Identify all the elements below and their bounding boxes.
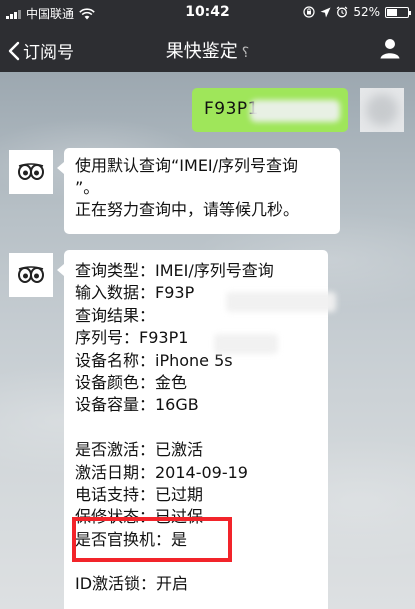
page-title: 果快鉴定 ⸮ xyxy=(0,37,415,63)
result-line-activated: 是否激活：已激活 xyxy=(75,440,204,460)
result-line-device-name: 设备名称：iPhone 5s xyxy=(75,350,233,370)
result-line-capacity: 设备容量：16GB xyxy=(75,395,199,415)
location-icon xyxy=(320,7,331,17)
chat-title: 果快鉴定 xyxy=(165,41,238,62)
user-icon[interactable] xyxy=(379,37,401,59)
result-line-color: 设备颜色：金色 xyxy=(75,372,188,392)
avatar[interactable] xyxy=(360,88,404,132)
status-bar: 中国联通 10:42 52% xyxy=(0,0,415,26)
message-line: 使用默认查询“IMEI/序列号查询 xyxy=(75,156,299,175)
result-line-blank xyxy=(75,417,318,439)
battery-icon xyxy=(385,6,411,18)
result-line-activation-date: 激活日期：2014-09-19 xyxy=(75,462,248,482)
redaction-blur xyxy=(226,292,336,312)
owl-eyes-icon xyxy=(18,266,44,283)
nav-bar: 订阅号 果快鉴定 ⸮ xyxy=(0,26,415,72)
result-line-activation-lock: ID激活锁：开启 xyxy=(75,574,189,594)
bot-avatar[interactable] xyxy=(9,150,53,194)
bot-avatar[interactable] xyxy=(9,253,53,297)
redaction-blur xyxy=(214,334,278,354)
result-line-phone-support: 电话支持：已过期 xyxy=(75,484,204,504)
bot-message[interactable]: 使用默认查询“IMEI/序列号查询 ”。 正在努力查询中，请等候几秒。 xyxy=(57,148,340,234)
owl-eyes-icon xyxy=(18,163,44,180)
lock-rotation-icon xyxy=(303,6,315,18)
battery-percent: 52% xyxy=(353,5,380,19)
alarm-icon xyxy=(336,6,348,18)
highlight-box xyxy=(72,517,232,562)
result-line-query-type: 查询类型：IMEI/序列号查询 xyxy=(75,261,274,280)
message-line: 正在努力查询中，请等候几秒。 xyxy=(75,200,300,219)
ear-icon: ⸮ xyxy=(241,45,250,61)
redaction-blur xyxy=(250,100,340,122)
message-line: ”。 xyxy=(75,178,100,197)
result-line-serial: 序列号：F93P1 xyxy=(75,328,189,348)
